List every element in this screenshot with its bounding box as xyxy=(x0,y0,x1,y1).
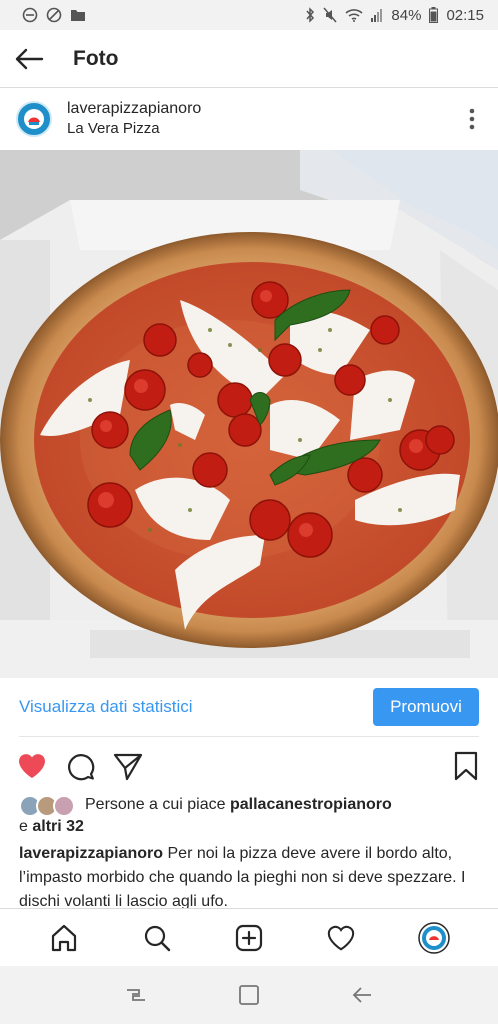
share-icon[interactable] xyxy=(112,750,144,782)
nav-new-post[interactable] xyxy=(232,921,266,955)
nav-activity[interactable] xyxy=(324,921,358,955)
comment-icon[interactable] xyxy=(64,750,96,782)
likers-avatars xyxy=(19,795,79,817)
battery-icon xyxy=(429,7,439,23)
more-options-icon[interactable] xyxy=(468,108,476,130)
likes-summary[interactable]: Persone a cui piace pallacanestropianoro… xyxy=(19,794,479,838)
clock: 02:15 xyxy=(446,6,484,24)
battery-percent: 84% xyxy=(391,6,422,24)
activity-heart-icon xyxy=(328,925,355,950)
promote-button[interactable]: Promuovi xyxy=(373,688,479,726)
wifi-icon xyxy=(345,9,363,22)
page-title: Foto xyxy=(73,46,119,70)
post-header: laverapizzapianoro La Vera Pizza xyxy=(0,88,498,150)
mute-icon xyxy=(323,7,337,23)
likes-prefix: Persone a cui piace xyxy=(85,796,230,813)
bluetooth-icon xyxy=(306,7,315,23)
post-location[interactable]: La Vera Pizza xyxy=(67,119,201,139)
post-actions xyxy=(0,742,498,790)
system-nav-bar xyxy=(0,966,498,1024)
back-nav-icon[interactable] xyxy=(350,983,374,1007)
caption-username[interactable]: laverapizzapianoro xyxy=(19,845,163,862)
add-post-icon xyxy=(235,924,263,951)
back-button[interactable] xyxy=(0,30,58,88)
home-icon xyxy=(52,924,77,951)
back-arrow-icon xyxy=(15,48,44,69)
profile-avatar-icon xyxy=(418,921,450,954)
status-bar: 84% 02:15 xyxy=(0,0,498,30)
profile-avatar[interactable] xyxy=(16,101,52,137)
first-liker-username[interactable]: pallacanestropianoro xyxy=(230,796,392,813)
bottom-nav xyxy=(0,908,498,966)
insights-row: Visualizza dati statistici Promuovi xyxy=(0,678,498,736)
signal-icon xyxy=(371,9,383,22)
liker-avatar xyxy=(53,795,75,817)
bookmark-icon[interactable] xyxy=(450,750,482,782)
do-not-disturb-icon xyxy=(22,7,38,23)
top-bar: Foto xyxy=(0,30,498,88)
post-caption: laverapizzapianoro Per noi la pizza deve… xyxy=(19,842,479,908)
view-insights-link[interactable]: Visualizza dati statistici xyxy=(19,697,193,717)
blocked-icon xyxy=(46,7,62,23)
post-username[interactable]: laverapizzapianoro xyxy=(67,99,201,119)
folder-icon xyxy=(71,10,85,21)
post-image[interactable] xyxy=(0,150,498,678)
pizza-photo xyxy=(0,150,498,678)
divider xyxy=(19,736,479,737)
nav-profile[interactable] xyxy=(417,921,451,955)
heart-filled-icon[interactable] xyxy=(16,750,48,782)
home-square-icon[interactable] xyxy=(237,983,261,1007)
likes-others-count[interactable]: altri 32 xyxy=(32,818,84,835)
likes-conjunction: e xyxy=(19,818,33,835)
recent-apps-icon[interactable] xyxy=(124,983,148,1007)
pizzeria-logo-icon xyxy=(24,109,44,129)
nav-home[interactable] xyxy=(47,921,81,955)
search-icon xyxy=(144,925,170,951)
nav-search[interactable] xyxy=(140,921,174,955)
